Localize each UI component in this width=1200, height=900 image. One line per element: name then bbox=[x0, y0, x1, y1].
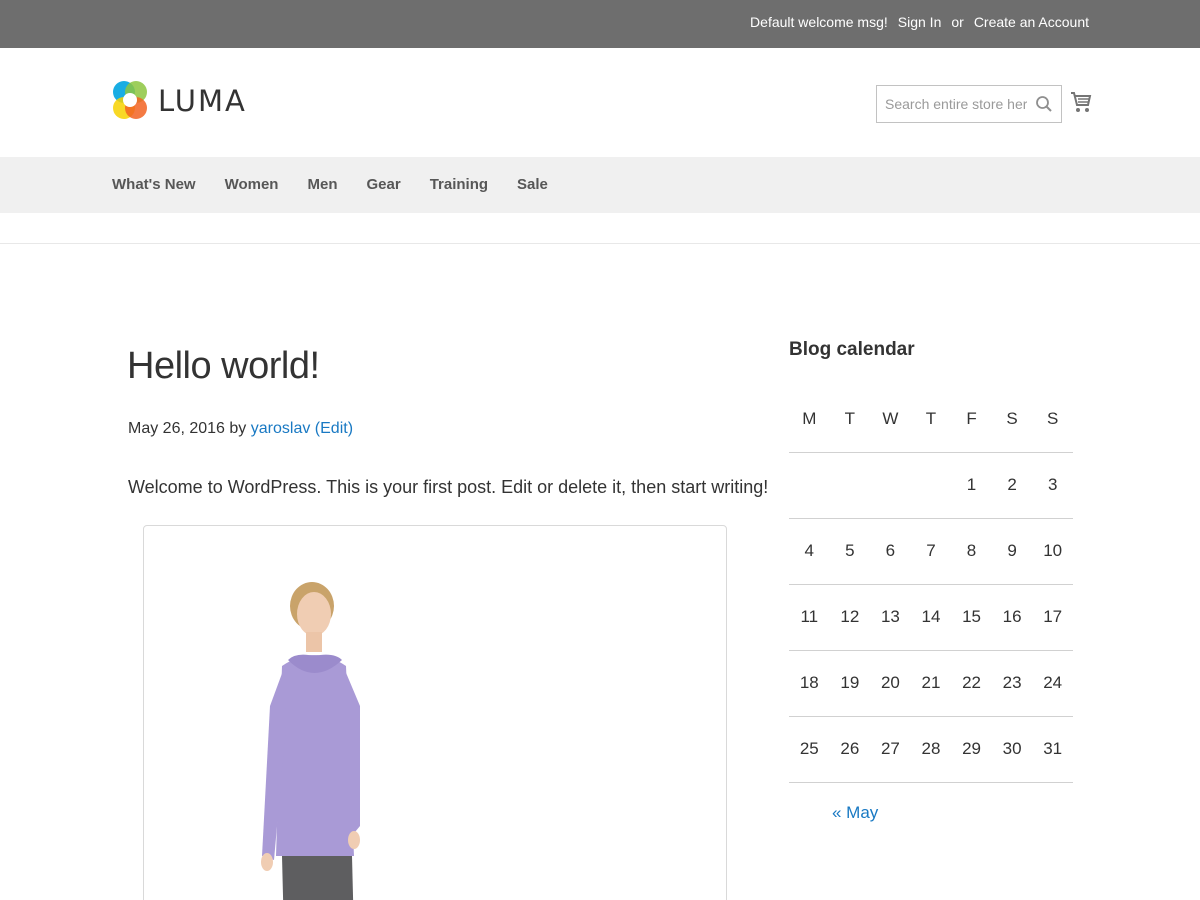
calendar-week-row: 18 19 20 21 22 23 24 bbox=[789, 650, 1073, 717]
sign-in-link[interactable]: Sign In bbox=[898, 14, 942, 30]
post-by: by bbox=[229, 420, 247, 437]
or-text: or bbox=[951, 14, 964, 30]
calendar-day bbox=[829, 452, 871, 519]
post-image-frame bbox=[143, 525, 727, 900]
header-divider bbox=[0, 243, 1200, 244]
luma-logo-icon bbox=[113, 81, 147, 119]
calendar-day: 1 bbox=[951, 452, 992, 519]
calendar-day: 13 bbox=[870, 584, 911, 651]
shopping-cart-icon[interactable] bbox=[1070, 90, 1092, 114]
weekday-thu: T bbox=[910, 386, 952, 453]
weekday-sun: S bbox=[1032, 386, 1073, 453]
calendar-day: 17 bbox=[1032, 584, 1073, 651]
calendar-day: 23 bbox=[991, 650, 1033, 717]
calendar-day: 25 bbox=[789, 716, 830, 783]
calendar-day: 9 bbox=[991, 518, 1033, 585]
nav-item-gear[interactable]: Gear bbox=[366, 176, 400, 193]
blog-calendar: M T W T F S S 1 2 3 4 5 6 7 8 9 10 11 12 13 14 15 16 17 1… bbox=[789, 386, 1073, 783]
calendar-title: Blog calendar bbox=[789, 339, 915, 360]
calendar-day: 16 bbox=[991, 584, 1033, 651]
weekday-wed: W bbox=[870, 386, 911, 453]
calendar-day: 11 bbox=[789, 584, 830, 651]
calendar-day: 19 bbox=[829, 650, 871, 717]
calendar-day bbox=[870, 452, 911, 519]
calendar-day: 30 bbox=[991, 716, 1033, 783]
calendar-day: 3 bbox=[1032, 452, 1073, 519]
logo[interactable]: LUMA bbox=[112, 74, 247, 128]
nav-item-men[interactable]: Men bbox=[307, 176, 337, 193]
nav-item-whats-new[interactable]: What's New bbox=[112, 176, 196, 193]
calendar-week-row: 123 bbox=[789, 452, 1073, 519]
search-box bbox=[876, 85, 1062, 123]
calendar-day: 20 bbox=[870, 650, 911, 717]
main-navigation: What's New Women Men Gear Training Sale bbox=[0, 157, 1200, 213]
top-panel: Default welcome msg! Sign In or Create a… bbox=[0, 0, 1200, 48]
calendar-day bbox=[789, 452, 830, 519]
nav-item-sale[interactable]: Sale bbox=[517, 176, 548, 193]
calendar-day: 12 bbox=[829, 584, 871, 651]
welcome-message: Default welcome msg! bbox=[750, 14, 888, 30]
nav-item-women[interactable]: Women bbox=[225, 176, 279, 193]
calendar-day: 8 bbox=[951, 518, 992, 585]
weekday-mon: M bbox=[789, 386, 830, 453]
logo-text: LUMA bbox=[158, 84, 247, 118]
calendar-day: 22 bbox=[951, 650, 992, 717]
calendar-day: 14 bbox=[910, 584, 952, 651]
calendar-day: 27 bbox=[870, 716, 911, 783]
post-body: Welcome to WordPress. This is your first… bbox=[128, 477, 769, 497]
calendar-day: 6 bbox=[870, 518, 911, 585]
post-meta: May 26, 2016 by yaroslav (Edit) bbox=[128, 420, 353, 438]
nav-item-training[interactable]: Training bbox=[430, 176, 488, 193]
calendar-day: 31 bbox=[1032, 716, 1073, 783]
post-author-link[interactable]: yaroslav bbox=[251, 420, 311, 437]
calendar-day: 26 bbox=[829, 716, 871, 783]
calendar-day: 4 bbox=[789, 518, 830, 585]
calendar-week-row: 4 5 6 7 8 9 10 bbox=[789, 518, 1073, 585]
calendar-prev-month-link[interactable]: « May bbox=[832, 803, 878, 823]
post-title[interactable]: Hello world! bbox=[127, 345, 320, 388]
calendar-weekdays: M T W T F S S bbox=[789, 386, 1073, 453]
weekday-sat: S bbox=[991, 386, 1033, 453]
product-image bbox=[261, 582, 360, 900]
calendar-body: 1 2 3 4 5 6 7 8 9 10 11 12 13 14 15 16 17 18 19 20 21 22 23 24 2… bbox=[789, 452, 1073, 783]
calendar-week-row: 11 12 13 14 15 16 17 bbox=[789, 584, 1073, 651]
calendar-day: 2 bbox=[991, 452, 1033, 519]
calendar-week-row: 25 26 27 28 29 30 31 bbox=[789, 716, 1073, 783]
calendar-day: 7 bbox=[910, 518, 952, 585]
search-icon[interactable] bbox=[1035, 95, 1053, 113]
post-edit-link[interactable]: (Edit) bbox=[315, 420, 353, 437]
calendar-day: 29 bbox=[951, 716, 992, 783]
calendar-day: 28 bbox=[910, 716, 952, 783]
calendar-day: 5 bbox=[829, 518, 871, 585]
weekday-tue: T bbox=[829, 386, 871, 453]
calendar-day: 10 bbox=[1032, 518, 1073, 585]
create-account-link[interactable]: Create an Account bbox=[974, 14, 1089, 30]
search-input[interactable] bbox=[877, 86, 1027, 122]
header-links: Default welcome msg! Sign In or Create a… bbox=[740, 14, 1089, 30]
calendar-day: 21 bbox=[910, 650, 952, 717]
calendar-day bbox=[910, 452, 952, 519]
calendar-day: 18 bbox=[789, 650, 830, 717]
calendar-day: 24 bbox=[1032, 650, 1073, 717]
post-date: May 26, 2016 bbox=[128, 420, 225, 437]
weekday-fri: F bbox=[951, 386, 992, 453]
calendar-day: 15 bbox=[951, 584, 992, 651]
